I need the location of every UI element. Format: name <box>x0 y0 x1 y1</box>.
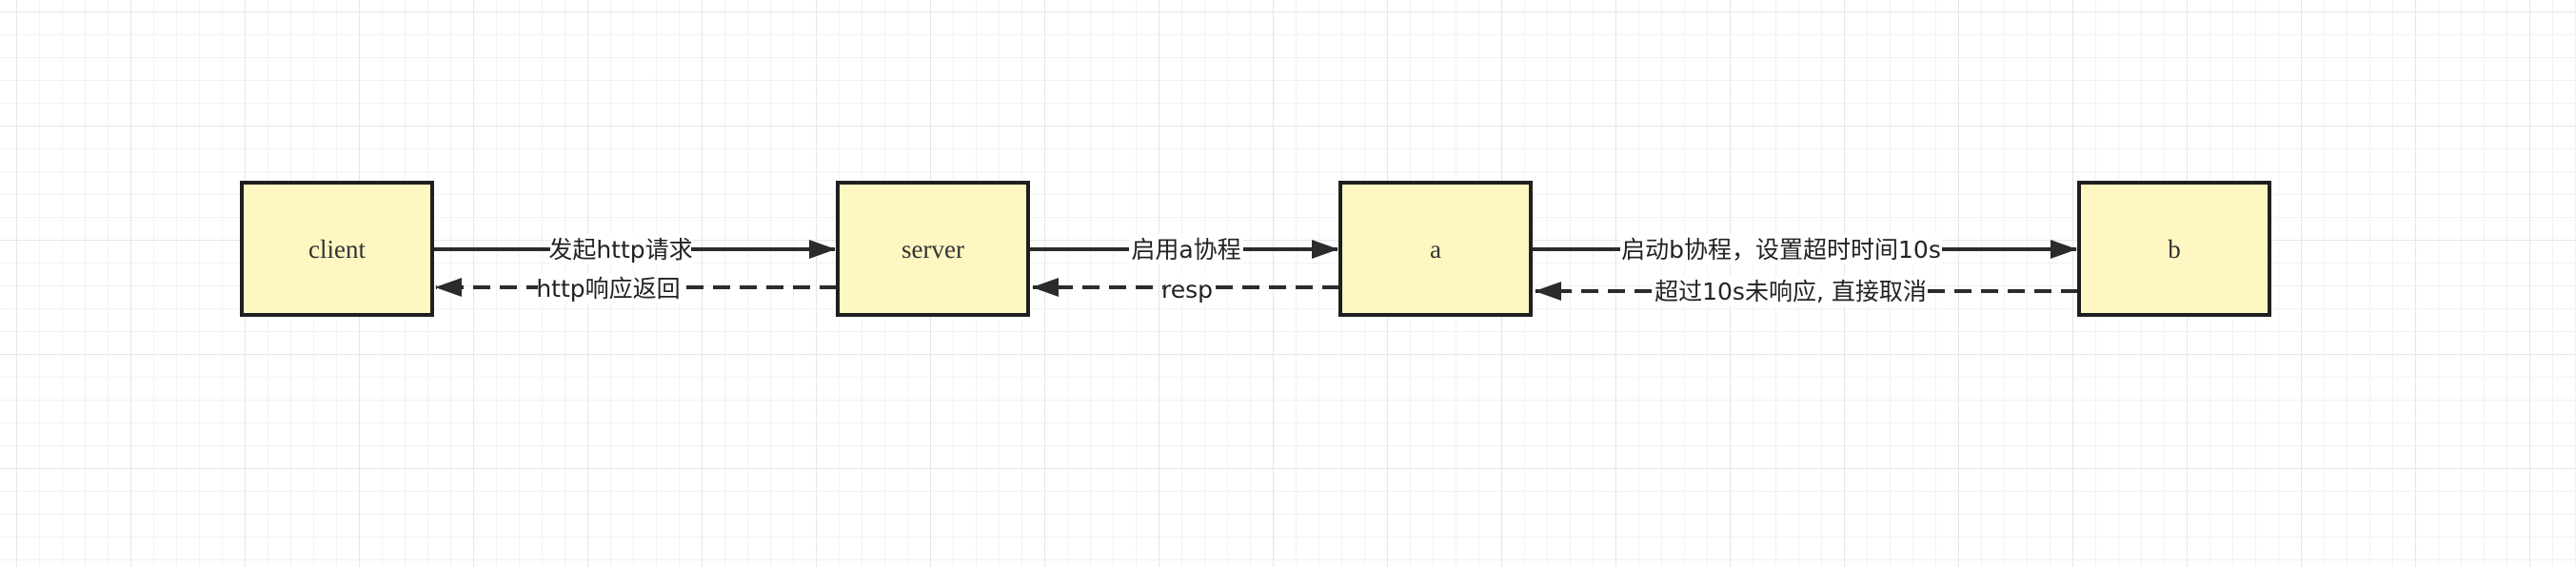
node-a[interactable]: a <box>1338 181 1533 317</box>
diagram: 发起http请求 http响应返回 启用a协程 resp 启动b协程，设置超时时… <box>240 181 2271 317</box>
edge-label-a-to-b[interactable]: 启动b协程，设置超时时间10s <box>1621 236 1941 264</box>
edge-label-b-to-a[interactable]: 超过10s未响应, 直接取消 <box>1655 278 1927 305</box>
node-server[interactable]: server <box>836 181 1030 317</box>
node-b[interactable]: b <box>2077 181 2271 317</box>
edge-label-client-to-server[interactable]: 发起http请求 <box>548 236 692 264</box>
edge-label-server-to-a[interactable]: 启用a协程 <box>1131 236 1240 264</box>
node-label-a: a <box>1430 235 1441 264</box>
edge-label-a-to-server[interactable]: resp <box>1161 276 1213 303</box>
node-label-b: b <box>2168 235 2181 264</box>
node-label-client: client <box>308 235 366 264</box>
edge-label-server-to-client[interactable]: http响应返回 <box>536 275 680 303</box>
node-client[interactable]: client <box>240 181 434 317</box>
node-label-server: server <box>902 235 964 264</box>
edge-labels: 发起http请求 http响应返回 启用a协程 resp 启动b协程，设置超时时… <box>536 234 1942 306</box>
